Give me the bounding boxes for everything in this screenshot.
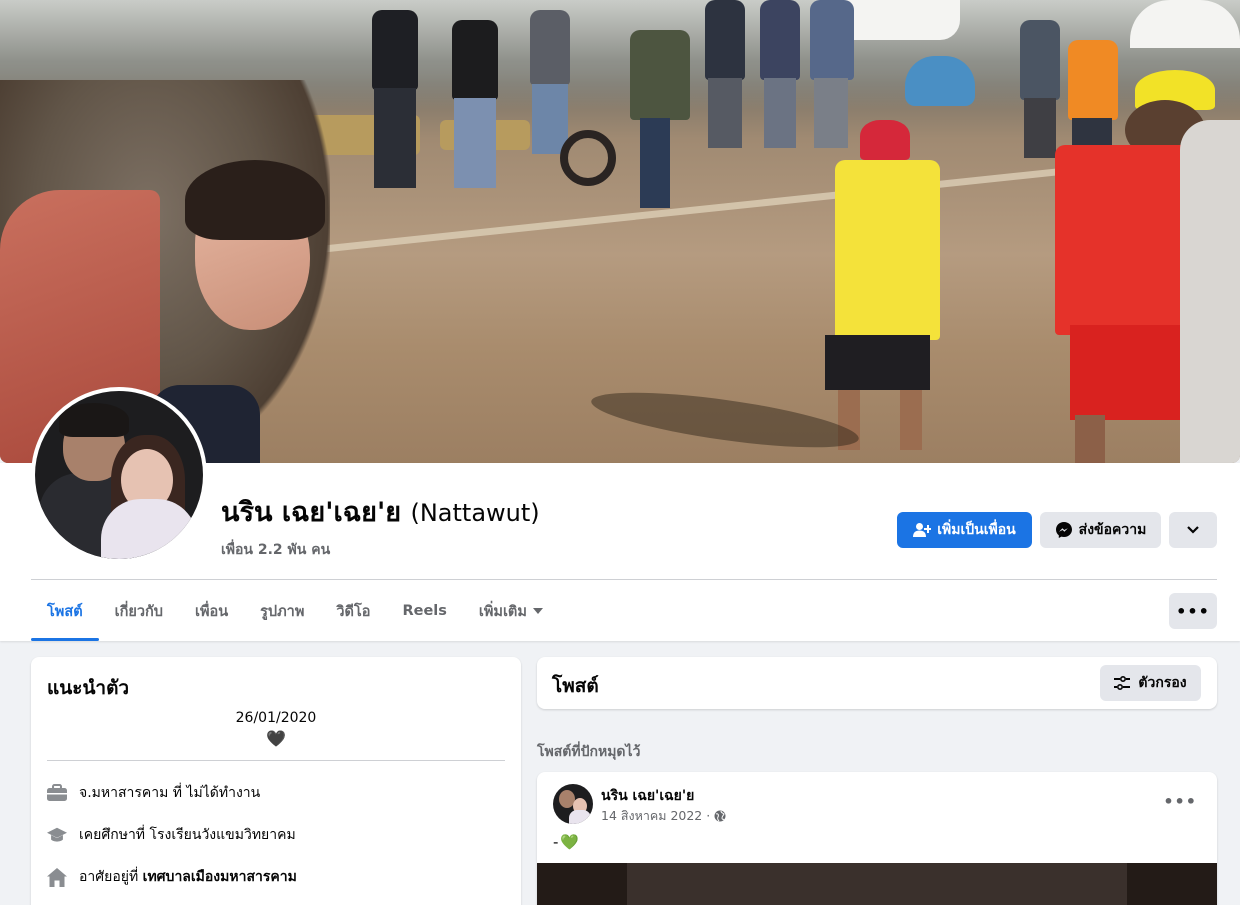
profile-name: นริน เฉย'เฉย'ย (Nattawut) [221, 490, 540, 533]
intro-work-row: จ.มหาสารคาม ที่ ไม่ได้ทำงาน [47, 782, 260, 804]
cover-tent [1130, 0, 1240, 48]
post-date[interactable]: 14 สิงหาคม 2022 · [601, 806, 710, 826]
filter-button[interactable]: ตัวกรอง [1100, 665, 1201, 701]
profile-name-block: นริน เฉย'เฉย'ย (Nattawut) เพื่อน 2.2 พัน… [221, 490, 540, 561]
tab-photos[interactable]: รูปภาพ [244, 581, 320, 641]
tab-reels[interactable]: Reels [386, 581, 462, 641]
message-button[interactable]: ส่งข้อความ [1040, 512, 1161, 548]
filter-label: ตัวกรอง [1138, 675, 1187, 691]
post-media[interactable] [537, 863, 1217, 905]
add-friend-label: เพิ่มเป็นเพื่อน [937, 522, 1016, 538]
graduation-cap-icon [47, 825, 67, 845]
post-meta: 14 สิงหาคม 2022 · [601, 806, 726, 826]
filter-icon [1114, 676, 1131, 690]
pinned-post: นริน เฉย'เฉย'ย 14 สิงหาคม 2022 · ••• - 💚 [537, 772, 1217, 905]
posts-header-card: โพสต์ ตัวกรอง [537, 657, 1217, 709]
tab-label: วิดีโอ [336, 603, 371, 620]
intro-education-row: เคยศึกษาที่ โรงเรียนวังแขมวิทยาคม [47, 824, 296, 846]
intro-bio-date: 26/01/2020 [235, 710, 317, 726]
tab-friends[interactable]: เพื่อน [179, 581, 244, 641]
intro-education-text: เคยศึกษาที่ โรงเรียนวังแขมวิทยาคม [79, 827, 296, 843]
tab-videos[interactable]: วิดีโอ [320, 581, 386, 641]
friends-count[interactable]: เพื่อน 2.2 พัน คน [221, 539, 540, 561]
intro-work-text: จ.มหาสารคาม ที่ ไม่ได้ทำงาน [79, 785, 261, 801]
chevron-down-icon [1187, 526, 1199, 534]
avatar-photo [35, 391, 203, 559]
tab-more[interactable]: เพิ่มเติม [463, 581, 559, 641]
add-friend-button[interactable]: เพิ่มเป็นเพื่อน [897, 512, 1032, 548]
header-divider [31, 579, 1217, 580]
messenger-icon [1055, 522, 1072, 538]
more-dots-icon: ••• [1163, 792, 1197, 811]
user-plus-icon [913, 523, 932, 537]
cover-child-yellow-shirt [820, 110, 960, 460]
cover-motorbike-rider [560, 20, 710, 220]
tab-posts[interactable]: โพสต์ [31, 581, 99, 641]
cover-person [440, 0, 510, 190]
message-label: ส่งข้อความ [1078, 522, 1147, 538]
tab-label: รูปภาพ [260, 603, 305, 620]
post-text-content: - [553, 833, 559, 851]
intro-divider [47, 760, 505, 761]
cover-person-edge [1180, 120, 1240, 463]
tab-label: เพิ่มเติม [478, 603, 527, 620]
more-options-button[interactable]: ••• [1169, 593, 1217, 629]
profile-name-text: นริน เฉย'เฉย'ย [221, 497, 402, 528]
intro-title: แนะนำตัว [47, 677, 130, 699]
caret-down-icon [532, 608, 543, 614]
tab-label: เพื่อน [194, 603, 229, 620]
globe-icon [714, 810, 726, 822]
cover-car [905, 56, 975, 106]
intro-lives-row: อาศัยอยู่ที่ เทศบาลเมืองมหาสารคาม [47, 866, 297, 888]
intro-lives-prefix: อาศัยอยู่ที่ [79, 869, 139, 885]
tab-about[interactable]: เกี่ยวกับ [99, 581, 179, 641]
profile-avatar[interactable] [31, 387, 207, 563]
posts-title: โพสต์ [552, 675, 599, 697]
intro-card: แนะนำตัว 26/01/2020 🖤 จ.มหาสารคาม ที่ ไม… [31, 657, 521, 905]
post-options-button[interactable]: ••• [1163, 792, 1197, 811]
tab-label: Reels [402, 603, 447, 619]
cover-person [360, 0, 430, 190]
cover-photo[interactable] [0, 0, 1240, 463]
green-heart-icon: 💚 [560, 833, 580, 851]
briefcase-icon [47, 783, 67, 803]
home-icon [47, 867, 67, 887]
intro-lives-place[interactable]: เทศบาลเมืองมหาสารคาม [143, 869, 297, 885]
tab-label: เกี่ยวกับ [114, 603, 163, 620]
more-dots-icon: ••• [1176, 601, 1210, 621]
post-author-avatar[interactable] [553, 784, 593, 824]
post-author-name[interactable]: นริน เฉย'เฉย'ย [601, 785, 694, 807]
profile-options-button[interactable] [1169, 512, 1217, 548]
tab-label: โพสต์ [47, 603, 83, 620]
pinned-posts-label: โพสต์ที่ปักหมุดไว้ [537, 744, 641, 760]
intro-bio-heart: 🖤 [266, 729, 286, 748]
profile-alternate-name: (Nattawut) [410, 499, 540, 527]
profile-tabs: โพสต์ เกี่ยวกับ เพื่อน รูปภาพ วิดีโอ Ree… [31, 581, 559, 641]
cover-woman-hair [185, 160, 325, 240]
post-text: - 💚 [553, 833, 579, 851]
